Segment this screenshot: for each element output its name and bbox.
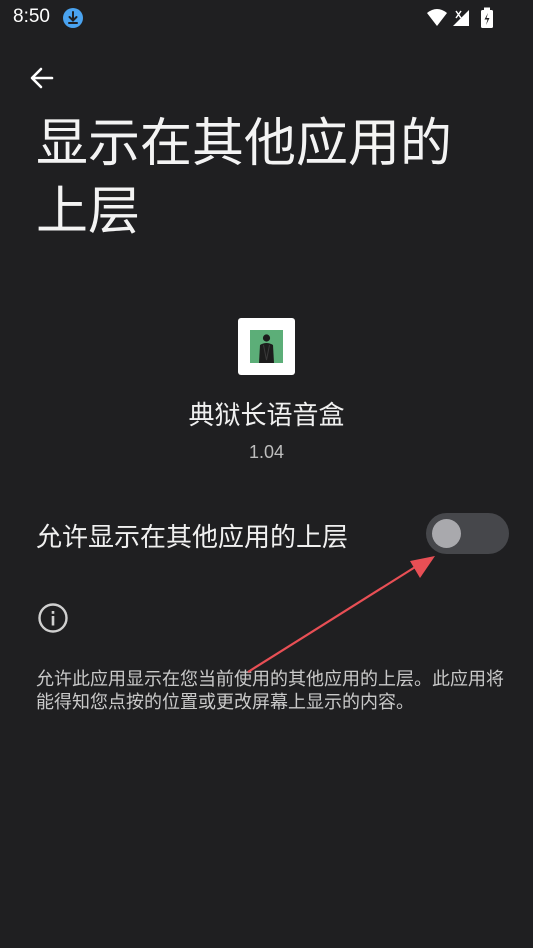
battery-icon <box>481 7 493 28</box>
signal-icon <box>453 10 469 26</box>
toggle-thumb <box>432 519 461 548</box>
back-button[interactable] <box>22 58 62 98</box>
arrow-left-icon <box>30 67 54 89</box>
permission-row[interactable]: 允许显示在其他应用的上层 <box>0 505 533 561</box>
permission-toggle[interactable] <box>426 513 509 554</box>
wifi-icon <box>427 9 447 26</box>
status-time: 8:50 <box>13 6 50 27</box>
permission-label: 允许显示在其他应用的上层 <box>36 523 349 553</box>
page-title: 显示在其他应用的上层 <box>36 114 453 242</box>
app-version: 1.04 <box>248 442 285 462</box>
permission-description: 允许此应用显示在您当前使用的其他应用的上层。此应用将能得知您点按的位置或更改屏幕… <box>36 669 504 713</box>
download-icon <box>63 8 83 28</box>
status-bar: 8:50 <box>0 0 533 36</box>
info-icon <box>38 603 68 633</box>
app-icon <box>238 318 295 375</box>
app-name: 典狱长语音盒 <box>188 401 345 431</box>
